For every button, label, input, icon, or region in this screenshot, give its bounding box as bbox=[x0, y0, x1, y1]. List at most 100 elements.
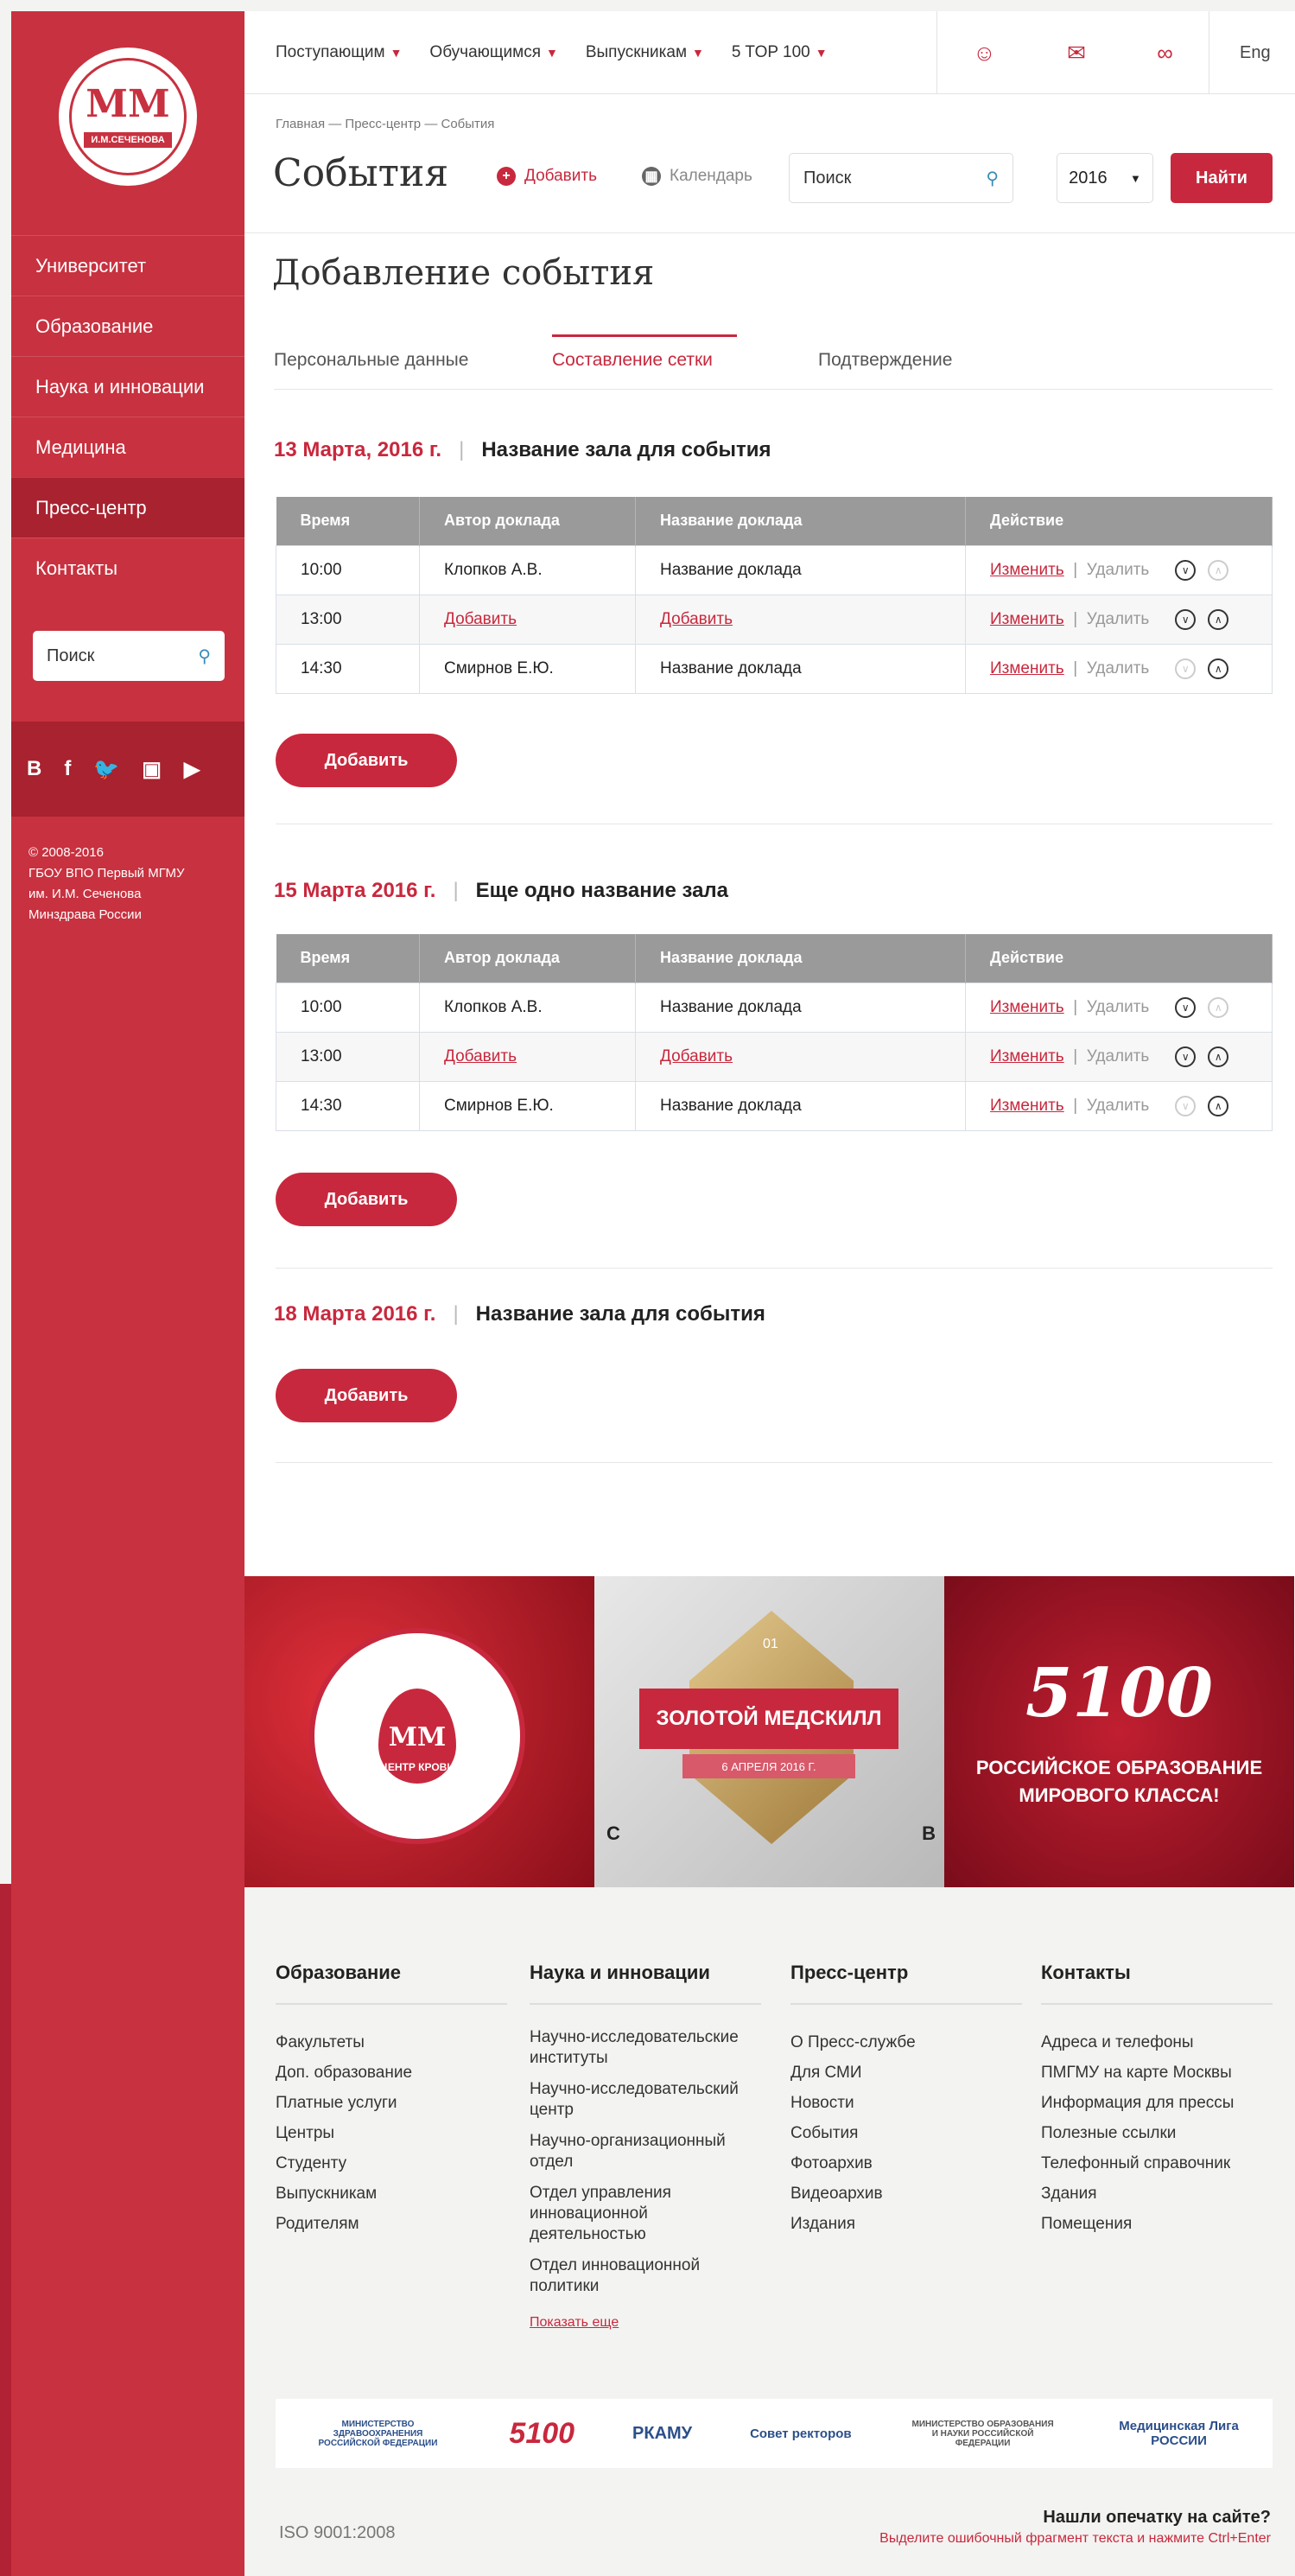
footer-link[interactable]: Отдел инновационной политики bbox=[530, 2255, 761, 2297]
mail-icon[interactable]: ✉ bbox=[1067, 40, 1086, 67]
banner-blood-center[interactable]: ММ ЦЕНТР КРОВИ bbox=[244, 1576, 594, 1887]
calendar-button[interactable]: ▦ Календарь bbox=[642, 167, 752, 186]
footer-link[interactable]: Фотоархив bbox=[790, 2148, 1022, 2178]
step-confirmation[interactable]: Подтверждение bbox=[818, 350, 952, 371]
footer-link[interactable]: Адреса и телефоны bbox=[1041, 2027, 1273, 2058]
banner-golden-medskill[interactable]: 01 ЗОЛОТОЙ МЕДСКИЛЛ 6 АПРЕЛЯ 2016 Г. C B bbox=[594, 1576, 944, 1887]
instagram-icon[interactable]: ▣ bbox=[142, 757, 162, 782]
partner-medical-league[interactable]: Медицинская Лига РОССИИ bbox=[1114, 2419, 1244, 2448]
twitter-icon[interactable]: 🐦 bbox=[93, 757, 119, 782]
topnav-graduates[interactable]: Выпускникам ▼ bbox=[586, 43, 704, 62]
sidebar-item-press-center[interactable]: Пресс-центр bbox=[11, 477, 244, 537]
footer-link[interactable]: Научно-исследовательские институты bbox=[530, 2027, 761, 2069]
edit-link[interactable]: Изменить bbox=[990, 998, 1064, 1016]
glasses-icon[interactable]: ∞ bbox=[1157, 40, 1173, 67]
footer-link[interactable]: Издания bbox=[790, 2209, 1022, 2239]
footer-link[interactable]: Телефонный справочник bbox=[1041, 2148, 1273, 2178]
add-author-link[interactable]: Добавить bbox=[444, 610, 517, 628]
step-schedule[interactable]: Составление сетки bbox=[552, 350, 713, 371]
footer-link[interactable]: Платные услуги bbox=[276, 2088, 507, 2118]
chevron-down-icon: ▼ bbox=[815, 46, 828, 60]
delete-link[interactable]: Удалить bbox=[1087, 1097, 1150, 1115]
show-more-link[interactable]: Показать еще bbox=[530, 2307, 761, 2337]
facebook-icon[interactable]: f bbox=[64, 757, 71, 781]
language-switch[interactable]: Eng bbox=[1240, 11, 1271, 94]
sidebar-item-contacts[interactable]: Контакты bbox=[11, 537, 244, 598]
sidebar-item-science[interactable]: Наука и инновации bbox=[11, 356, 244, 417]
partner-ministry-health[interactable]: МИНИСТЕРСТВО ЗДРАВООХРАНЕНИЯ РОССИЙСКОЙ … bbox=[304, 2420, 451, 2448]
topnav-5top100[interactable]: 5 TOP 100 ▼ bbox=[732, 43, 828, 62]
delete-link[interactable]: Удалить bbox=[1087, 659, 1150, 677]
partner-rectors-council[interactable]: Совет ректоров bbox=[750, 2427, 852, 2441]
separator: | bbox=[453, 1302, 459, 1326]
footer-link[interactable]: Центры bbox=[276, 2118, 507, 2148]
delete-link[interactable]: Удалить bbox=[1087, 561, 1150, 579]
footer-link[interactable]: Научно-организационный отдел bbox=[530, 2131, 761, 2172]
footer-link[interactable]: Новости bbox=[790, 2088, 1022, 2118]
vk-icon[interactable]: B bbox=[27, 757, 41, 781]
move-up-icon[interactable]: ∧ bbox=[1208, 658, 1229, 679]
add-title-link[interactable]: Добавить bbox=[660, 610, 733, 628]
step-personal-data[interactable]: Персональные данные bbox=[274, 350, 468, 371]
year-select[interactable]: 2016 ▼ bbox=[1057, 153, 1153, 203]
topnav-applicants[interactable]: Поступающим ▼ bbox=[276, 43, 402, 62]
add-event-button[interactable]: + Добавить bbox=[497, 167, 597, 186]
footer-link[interactable]: Факультеты bbox=[276, 2027, 507, 2058]
breadcrumb[interactable]: Главная — Пресс-центр — События bbox=[276, 117, 494, 131]
partner-rkamu[interactable]: РКАМУ bbox=[632, 2424, 692, 2444]
partner-5top100[interactable]: 5100 bbox=[509, 2417, 574, 2451]
footer-link[interactable]: Отдел управления инновационной деятельно… bbox=[530, 2183, 761, 2245]
user-icon[interactable]: ☺ bbox=[973, 40, 996, 67]
move-down-icon[interactable]: ∨ bbox=[1175, 996, 1197, 1018]
move-up-icon[interactable]: ∧ bbox=[1208, 1095, 1229, 1116]
footer-link[interactable]: Помещения bbox=[1041, 2209, 1273, 2239]
footer-link[interactable]: Выпускникам bbox=[276, 2178, 507, 2209]
topnav-students[interactable]: Обучающимся ▼ bbox=[429, 43, 557, 62]
move-down-icon[interactable]: ∨ bbox=[1175, 559, 1197, 581]
footer-link[interactable]: Видеоархив bbox=[790, 2178, 1022, 2209]
footer-link[interactable]: Доп. образование bbox=[276, 2058, 507, 2088]
footer-link[interactable]: Студенту bbox=[276, 2148, 507, 2178]
add-row-button[interactable]: Добавить bbox=[276, 1369, 457, 1422]
search-icon[interactable]: ⚲ bbox=[986, 168, 999, 189]
move-up-icon[interactable]: ∧ bbox=[1208, 608, 1229, 630]
footer-link[interactable]: Для СМИ bbox=[790, 2058, 1022, 2088]
footer-link[interactable]: Полезные ссылки bbox=[1041, 2118, 1273, 2148]
sidebar-search-input[interactable]: Поиск ⚲ bbox=[33, 631, 225, 681]
typo-hint: Выделите ошибочный фрагмент текста и наж… bbox=[879, 2531, 1271, 2546]
sidebar-item-education[interactable]: Образование bbox=[11, 296, 244, 356]
edit-link[interactable]: Изменить bbox=[990, 1047, 1064, 1065]
logo-ribbon-text: И.М.СЕЧЕНОВА bbox=[84, 132, 172, 148]
edit-link[interactable]: Изменить bbox=[990, 659, 1064, 677]
add-row-button[interactable]: Добавить bbox=[276, 734, 457, 787]
add-row-button[interactable]: Добавить bbox=[276, 1173, 457, 1226]
move-down-icon[interactable]: ∨ bbox=[1175, 1046, 1197, 1067]
sidebar-item-medicine[interactable]: Медицина bbox=[11, 417, 244, 477]
add-author-link[interactable]: Добавить bbox=[444, 1047, 517, 1065]
footer-link[interactable]: ПМГМУ на карте Москвы bbox=[1041, 2058, 1273, 2088]
search-input[interactable]: Поиск ⚲ bbox=[789, 153, 1013, 203]
footer-link[interactable]: О Пресс-службе bbox=[790, 2027, 1022, 2058]
delete-link[interactable]: Удалить bbox=[1087, 998, 1150, 1016]
find-button[interactable]: Найти bbox=[1171, 153, 1273, 203]
banner-5top100[interactable]: 5100 РОССИЙСКОЕ ОБРАЗОВАНИЕ МИРОВОГО КЛА… bbox=[944, 1576, 1294, 1887]
edit-link[interactable]: Изменить bbox=[990, 610, 1064, 628]
add-title-link[interactable]: Добавить bbox=[660, 1047, 733, 1065]
move-down-icon[interactable]: ∨ bbox=[1175, 608, 1197, 630]
footer-link[interactable]: Родителям bbox=[276, 2209, 507, 2239]
partner-ministry-education[interactable]: МИНИСТЕРСТВО ОБРАЗОВАНИЯ И НАУКИ РОССИЙС… bbox=[910, 2420, 1057, 2448]
chevron-down-icon: ▼ bbox=[545, 46, 558, 60]
move-up-icon[interactable]: ∧ bbox=[1208, 1046, 1229, 1067]
footer-link[interactable]: Здания bbox=[1041, 2178, 1273, 2209]
footer-link[interactable]: Научно-исследовательский центр bbox=[530, 2079, 761, 2121]
sidebar-item-university[interactable]: Университет bbox=[11, 235, 244, 296]
footer-link[interactable]: События bbox=[790, 2118, 1022, 2148]
search-icon[interactable]: ⚲ bbox=[198, 646, 211, 667]
footer-link[interactable]: Информация для прессы bbox=[1041, 2088, 1273, 2118]
edit-link[interactable]: Изменить bbox=[990, 561, 1064, 579]
university-logo[interactable]: ММ И.М.СЕЧЕНОВА bbox=[59, 48, 197, 186]
delete-link[interactable]: Удалить bbox=[1087, 1047, 1150, 1065]
edit-link[interactable]: Изменить bbox=[990, 1097, 1064, 1115]
youtube-icon[interactable]: ▶ bbox=[184, 757, 200, 782]
delete-link[interactable]: Удалить bbox=[1087, 610, 1150, 628]
